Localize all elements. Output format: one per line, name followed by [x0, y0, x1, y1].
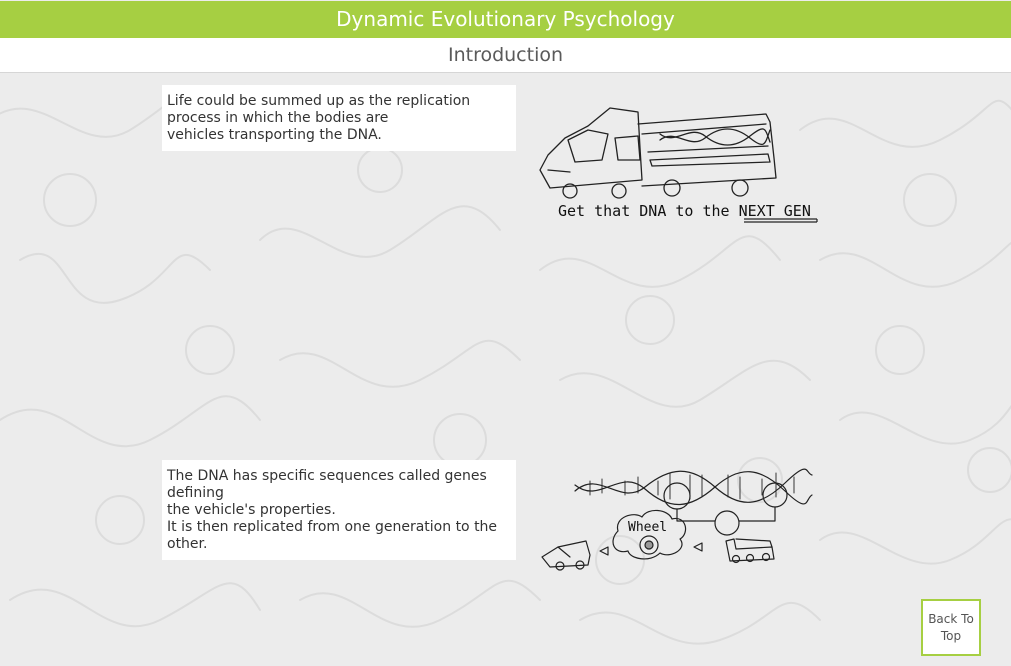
genes-text-line: The DNA has specific sequences called ge…	[167, 468, 487, 484]
intro-text-line: Life could be summed up as the replicati…	[167, 93, 471, 109]
truck-dna-sketch: Get that DNA to the NEXT GEN	[539, 107, 818, 223]
truck-caption: Get that DNA to the	[558, 202, 739, 220]
truck-caption-emphasis: NEXT GEN	[739, 202, 811, 220]
genes-text-line: other.	[167, 536, 208, 552]
intro-text-line: vehicles transporting the DNA.	[167, 127, 382, 143]
svg-text:Get that DNA to the NEXT GEN: Get that DNA to the NEXT GEN	[558, 202, 811, 220]
back-to-top-button[interactable]: Back To Top	[921, 599, 981, 656]
genes-text-line: It is then replicated from one generatio…	[167, 519, 498, 535]
genes-text-line: the vehicle's properties.	[167, 502, 336, 518]
bubble-label: Wheel	[628, 520, 667, 535]
site-title: Dynamic Evolutionary Psychology	[336, 7, 675, 31]
genes-text-line: defining	[167, 485, 224, 501]
genes-text-box: The DNA has specific sequences called ge…	[162, 460, 516, 560]
dna-genes-sketch: Wheel	[541, 468, 813, 571]
page-title: Introduction	[447, 44, 564, 66]
page-subtitle-bar: Introduction	[0, 38, 1011, 73]
back-to-top-label-line2: Top	[940, 629, 962, 643]
site-header: Dynamic Evolutionary Psychology	[0, 1, 1011, 38]
intro-text-line: process in which the bodies are	[167, 110, 389, 126]
intro-text-box: Life could be summed up as the replicati…	[162, 85, 516, 151]
back-to-top-label-line1: Back To	[928, 612, 974, 626]
